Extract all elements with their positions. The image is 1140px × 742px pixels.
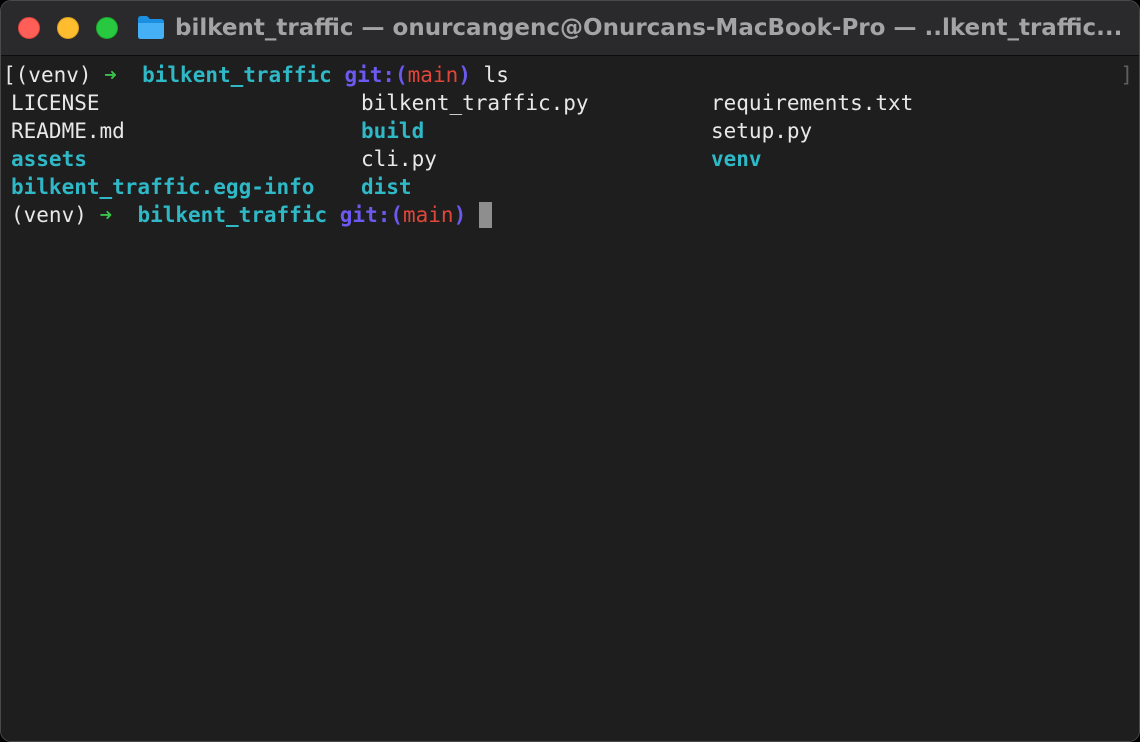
git-label-close: ) <box>453 203 467 227</box>
command-text: ls <box>483 63 509 87</box>
current-dir: bilkent_traffic <box>142 63 332 87</box>
ls-entry-file: requirements.txt <box>711 91 914 115</box>
current-dir: bilkent_traffic <box>137 203 328 227</box>
ls-entry-file: bilkent_traffic.py <box>361 91 589 115</box>
git-branch: main <box>407 63 459 87</box>
prompt-line-2: (venv) ➜ bilkent_traffic git:(main) <box>11 201 492 229</box>
scroll-mark-right: ] <box>1120 63 1133 87</box>
mark-bracket: [ <box>3 63 16 87</box>
git-label: git:( <box>344 63 408 87</box>
arrow-icon: ➜ <box>99 203 113 227</box>
ls-entry-dir: bilkent_traffic.egg-info <box>11 175 315 199</box>
terminal-content[interactable]: ] [(venv) ➜ bilkent_traffic git:(main) l… <box>1 56 1139 741</box>
git-branch: main <box>403 203 454 227</box>
venv-label: (venv) <box>15 63 92 87</box>
ls-entry-dir: dist <box>361 175 412 199</box>
ls-entry-dir: build <box>361 119 425 143</box>
window-title: bilkent_traffic — onurcangenc@Onurcans-M… <box>175 15 1123 41</box>
git-label-close: ) <box>458 63 471 87</box>
folder-icon <box>138 16 164 39</box>
close-window-button[interactable] <box>18 17 40 39</box>
terminal-window: bilkent_traffic — onurcangenc@Onurcans-M… <box>0 0 1140 742</box>
minimize-window-button[interactable] <box>57 17 79 39</box>
arrow-icon: ➜ <box>104 63 117 87</box>
maximize-window-button[interactable] <box>96 17 118 39</box>
git-label: git:( <box>339 203 403 227</box>
ls-entry-file: cli.py <box>361 147 437 171</box>
title-bar[interactable]: bilkent_traffic — onurcangenc@Onurcans-M… <box>1 1 1139 56</box>
ls-entry-dir: assets <box>11 147 87 171</box>
ls-entry-file: setup.py <box>711 119 813 143</box>
venv-label: (venv) <box>11 203 87 227</box>
ls-entry-file: README.md <box>11 119 125 143</box>
ls-entry-dir: venv <box>711 147 762 171</box>
prompt-line-1: [(venv) ➜ bilkent_traffic git:(main) ls <box>3 61 509 89</box>
ls-entry-file: LICENSE <box>11 91 100 115</box>
text-cursor <box>478 202 492 228</box>
